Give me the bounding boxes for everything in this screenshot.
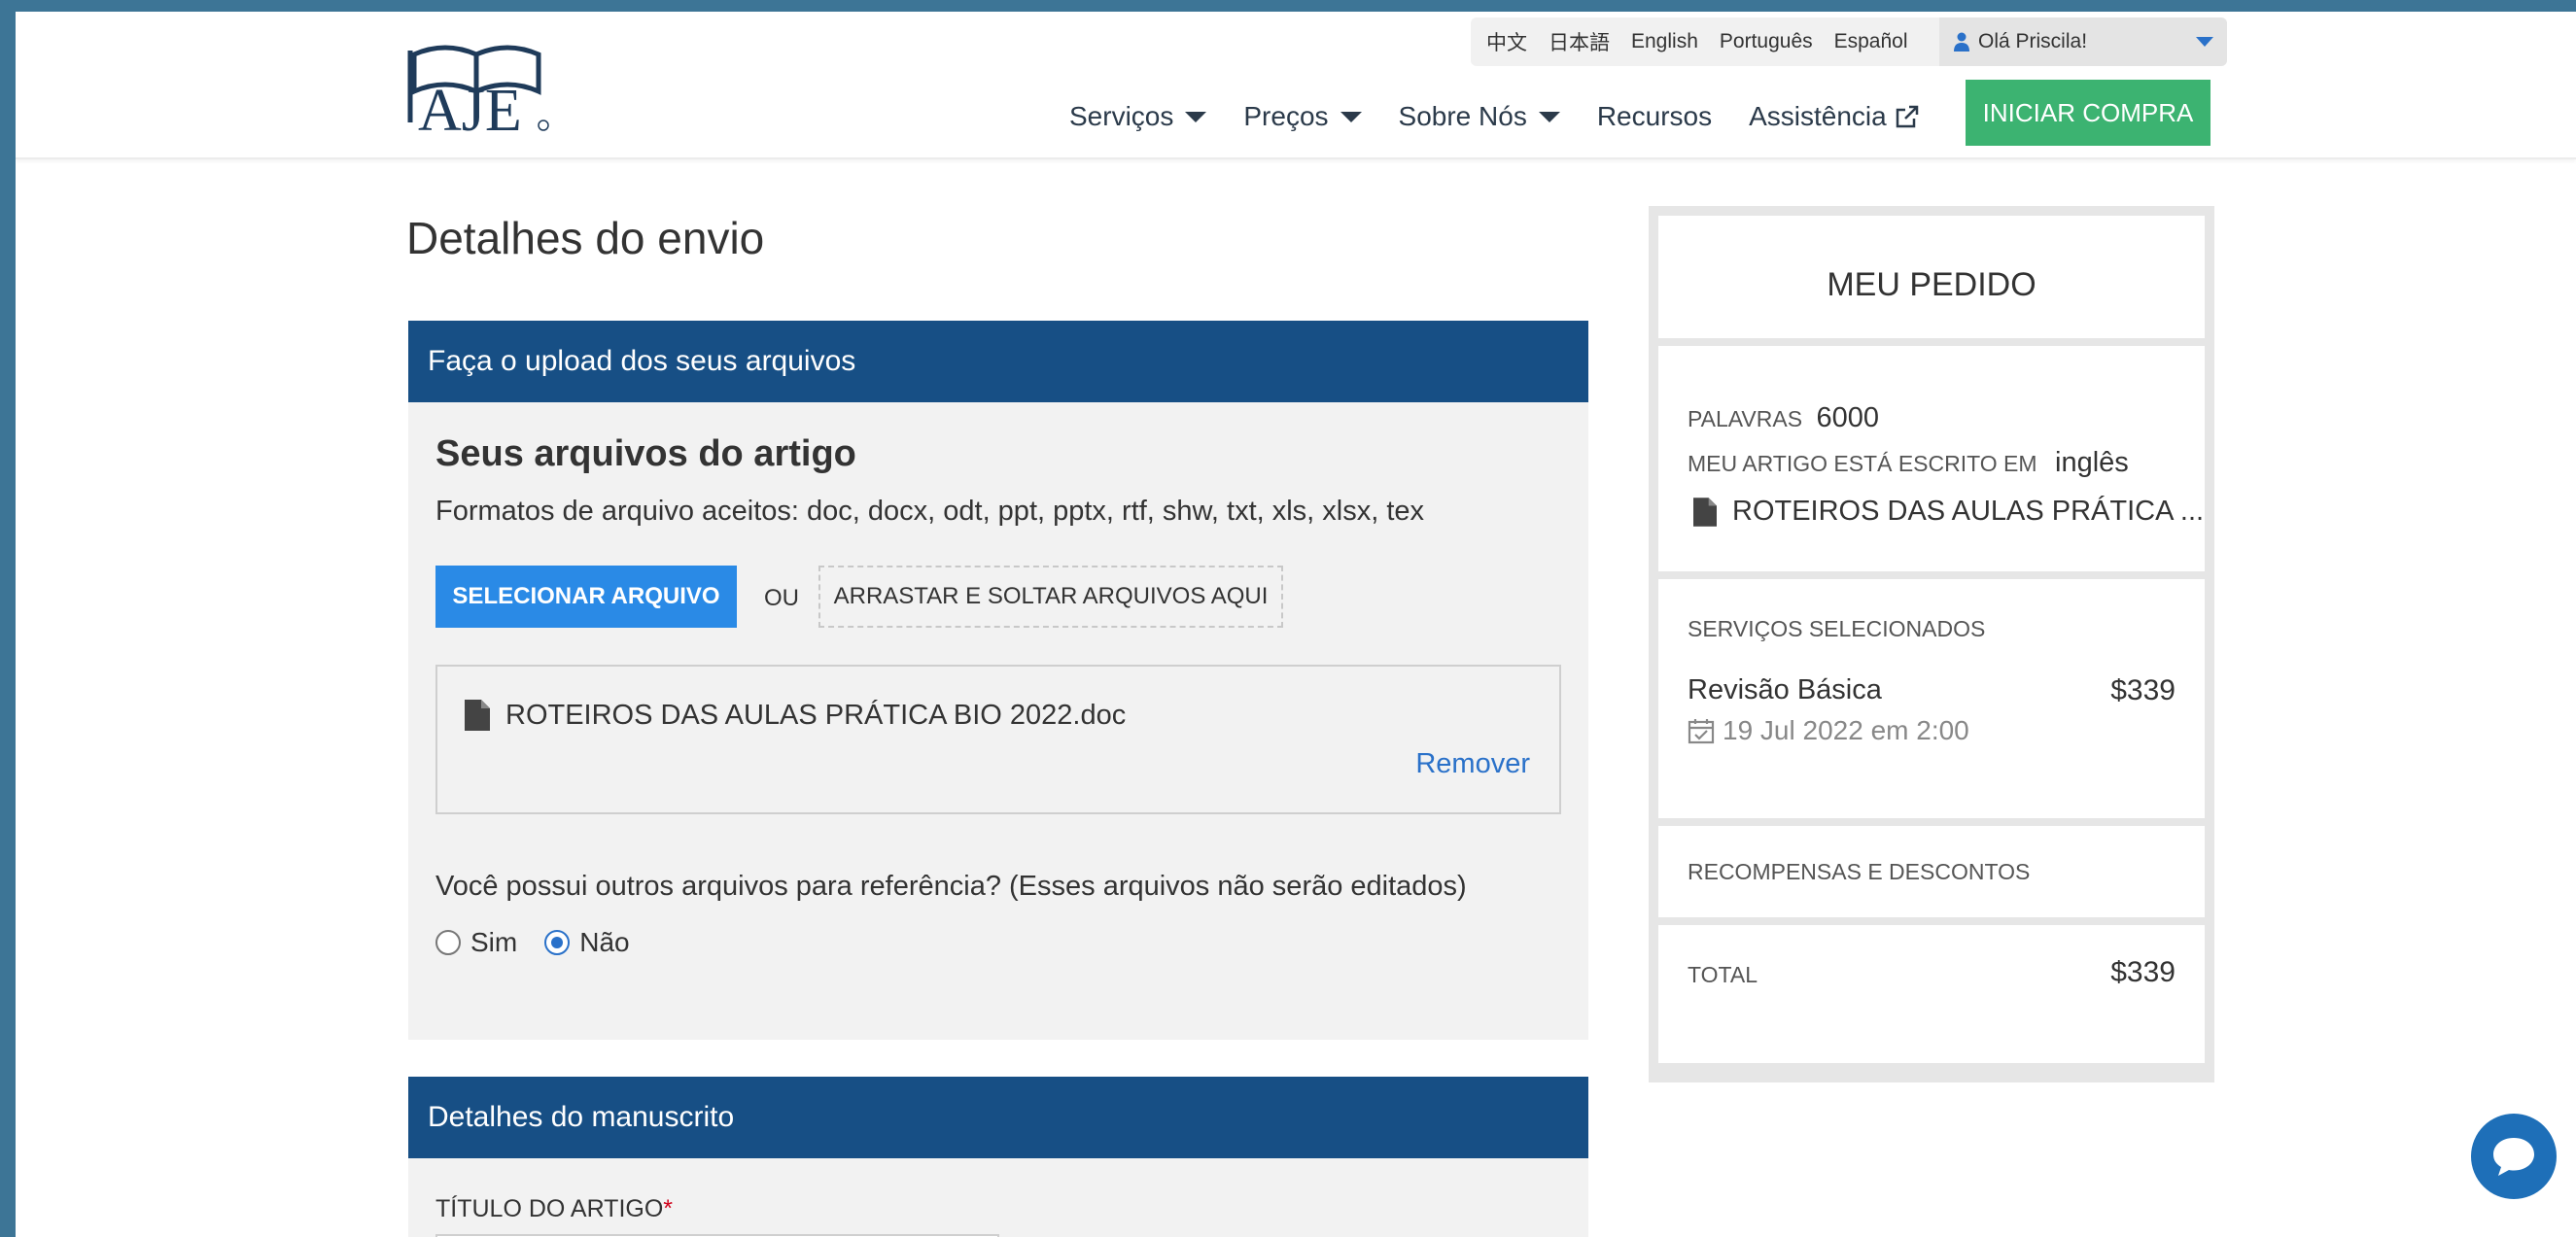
required-mark: * bbox=[663, 1195, 674, 1222]
uploaded-file-name: ROTEIROS DAS AULAS PRÁTICA BIO 2022.doc bbox=[505, 700, 1127, 731]
user-icon bbox=[1954, 32, 1969, 52]
total-card: TOTAL $339 bbox=[1658, 925, 2205, 1063]
selected-services-card: SERVIÇOS SELECIONADOS Revisão Básica $33… bbox=[1658, 579, 2205, 818]
order-file-name: ROTEIROS DAS AULAS PRÁTICA ... bbox=[1732, 496, 2205, 527]
select-file-button[interactable]: SELECIONAR ARQUIVO bbox=[435, 566, 737, 628]
chat-bubble-icon bbox=[2493, 1138, 2534, 1176]
selected-services-label: SERVIÇOS SELECIONADOS bbox=[1688, 616, 1986, 641]
radio-sim[interactable] bbox=[435, 930, 461, 955]
nav-sobre-nos[interactable]: Sobre Nós bbox=[1399, 89, 1560, 144]
nav-precos[interactable]: Preços bbox=[1243, 89, 1362, 144]
radio-sim-label[interactable]: Sim bbox=[470, 927, 517, 958]
upload-section: Seus arquivos do artigo Formatos de arqu… bbox=[408, 402, 1588, 1040]
nav-sobre-nos-label: Sobre Nós bbox=[1398, 101, 1527, 131]
article-title-label-text: TÍTULO DO ARTIGO bbox=[435, 1195, 664, 1222]
order-title: MEU PEDIDO bbox=[1827, 266, 2036, 303]
drag-drop-zone[interactable]: ARRASTAR E SOLTAR ARQUIVOS AQUI bbox=[818, 566, 1283, 628]
total-value: $339 bbox=[2110, 956, 2176, 988]
accepted-formats: Formatos de arquivo aceitos: doc, docx, … bbox=[435, 496, 1425, 527]
language-bar: 中文 日本語 English Português Español Olá Pri… bbox=[1471, 17, 2227, 66]
lang-spanish[interactable]: Español bbox=[1824, 30, 1919, 53]
nav-recursos[interactable]: Recursos bbox=[1597, 89, 1712, 144]
lang-japanese[interactable]: 日本語 bbox=[1538, 27, 1620, 56]
user-greeting: Olá Priscila! bbox=[1978, 30, 2088, 52]
file-icon bbox=[1693, 497, 1717, 527]
caret-down-icon bbox=[1538, 111, 1560, 122]
aje-logo[interactable]: AJE bbox=[406, 33, 552, 140]
nav-assistencia[interactable]: Assistência bbox=[1749, 89, 1920, 144]
service-name: Revisão Básica bbox=[1688, 674, 1882, 705]
logo-text: AJE bbox=[418, 78, 522, 140]
service-price: $339 bbox=[2110, 674, 2176, 706]
lang-english[interactable]: English bbox=[1620, 30, 1709, 53]
article-title-label: TÍTULO DO ARTIGO* bbox=[435, 1195, 673, 1223]
order-summary: MEU PEDIDO PALAVRAS 6000 MEU ARTIGO ESTÁ… bbox=[1649, 206, 2214, 1082]
language-label: MEU ARTIGO ESTÁ ESCRITO EM bbox=[1688, 451, 2037, 476]
radio-nao[interactable] bbox=[544, 930, 571, 955]
lang-chinese[interactable]: 中文 bbox=[1471, 27, 1538, 56]
reference-files-radio-group: Sim Não bbox=[435, 927, 657, 958]
article-files-title: Seus arquivos do artigo bbox=[435, 433, 856, 474]
radio-nao-label[interactable]: Não bbox=[579, 927, 629, 958]
manuscript-section: TÍTULO DO ARTIGO* bbox=[408, 1158, 1588, 1237]
order-title-card: MEU PEDIDO bbox=[1658, 216, 2205, 338]
page-title: Detalhes do envio bbox=[406, 213, 765, 263]
caret-down-icon bbox=[1185, 111, 1207, 122]
site-header: AJE 中文 日本語 English Português Español Olá… bbox=[16, 12, 2576, 159]
reference-files-question: Você possui outros arquivos para referên… bbox=[435, 871, 1467, 902]
or-text: OU bbox=[764, 585, 799, 611]
caret-down-icon bbox=[1340, 111, 1362, 122]
user-menu[interactable]: Olá Priscila! bbox=[1939, 17, 2227, 66]
nav-servicos[interactable]: Serviços bbox=[1069, 89, 1207, 144]
nav-assistencia-label: Assistência bbox=[1749, 101, 1887, 131]
remove-file-link[interactable]: Remover bbox=[1415, 748, 1530, 780]
nav-recursos-label: Recursos bbox=[1596, 101, 1713, 131]
calendar-check-icon bbox=[1688, 719, 1715, 744]
total-label: TOTAL bbox=[1688, 962, 1758, 987]
rewards-card[interactable]: RECOMPENSAS E DESCONTOS bbox=[1658, 826, 2205, 917]
lang-portuguese[interactable]: Português bbox=[1709, 30, 1824, 53]
order-details-card: PALAVRAS 6000 MEU ARTIGO ESTÁ ESCRITO EM… bbox=[1658, 346, 2205, 571]
words-value: 6000 bbox=[1816, 402, 1880, 433]
start-order-button[interactable]: INICIAR COMPRA bbox=[1966, 80, 2210, 146]
chevron-down-icon bbox=[2196, 37, 2213, 47]
chat-button[interactable] bbox=[2471, 1114, 2557, 1199]
external-link-icon bbox=[1896, 105, 1918, 128]
uploaded-file-item: ROTEIROS DAS AULAS PRÁTICA BIO 2022.doc … bbox=[435, 665, 1561, 814]
page: AJE 中文 日本語 English Português Español Olá… bbox=[16, 12, 2576, 1237]
nav-precos-label: Preços bbox=[1243, 101, 1329, 131]
manuscript-section-header: Detalhes do manuscrito bbox=[408, 1077, 1588, 1158]
file-icon bbox=[465, 700, 490, 731]
main-nav: Serviços Preços Sobre Nós Recursos Assis… bbox=[1069, 89, 1957, 159]
service-date: 19 Jul 2022 em 2:00 bbox=[1723, 715, 1969, 745]
upload-section-header: Faça o upload dos seus arquivos bbox=[408, 321, 1588, 402]
language-value: inglês bbox=[2055, 447, 2129, 478]
nav-servicos-label: Serviços bbox=[1069, 101, 1174, 131]
words-label: PALAVRAS bbox=[1688, 406, 1803, 431]
rewards-label: RECOMPENSAS E DESCONTOS bbox=[1688, 859, 2031, 884]
